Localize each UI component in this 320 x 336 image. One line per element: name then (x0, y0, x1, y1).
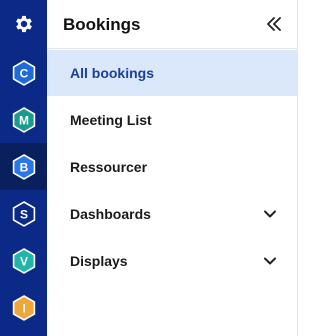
hexagon-icon: I (12, 294, 35, 321)
rail-app-v[interactable]: V (0, 237, 47, 284)
rail-app-m[interactable]: M (0, 96, 47, 143)
hexagon-icon: C (12, 59, 35, 86)
settings-button[interactable] (0, 0, 47, 47)
double-chevron-left-icon (267, 17, 281, 31)
nav-item-label: Ressourcer (70, 159, 148, 175)
nav-item-label: Displays (70, 253, 128, 269)
rail-app-s[interactable]: S (0, 190, 47, 237)
hexagon-letter: V (19, 254, 27, 268)
nav-item-meeting-list[interactable]: Meeting List (47, 97, 298, 143)
chevron-down-icon[interactable] (263, 207, 277, 221)
nav-item-label: All bookings (70, 65, 154, 81)
hexagon-letter: B (19, 160, 28, 174)
collapse-panel-button[interactable] (264, 13, 284, 35)
hexagon-letter: S (19, 207, 27, 221)
nav-item-label: Dashboards (70, 206, 151, 222)
panel-header: Bookings (47, 0, 298, 49)
nav-item-ressourcer[interactable]: Ressourcer (47, 144, 298, 190)
nav-item-all-bookings[interactable]: All bookings (47, 50, 298, 96)
bookings-panel: Bookings All bookings Meeting List Resso… (47, 0, 298, 336)
chevron-down-icon[interactable] (263, 254, 277, 268)
hexagon-letter: I (22, 301, 25, 315)
rail-app-i[interactable]: I (0, 284, 47, 331)
nav-item-displays[interactable]: Displays (47, 238, 298, 284)
rail-app-b[interactable]: B (0, 143, 47, 190)
panel-title: Bookings (63, 15, 141, 34)
hexagon-icon: B (12, 153, 35, 180)
nav-item-dashboards[interactable]: Dashboards (47, 191, 298, 237)
hexagon-letter: M (19, 113, 29, 127)
hexagon-letter: C (19, 66, 28, 80)
app-rail: C M B S V I (0, 0, 47, 336)
hexagon-icon: S (12, 200, 35, 227)
hexagon-icon: M (12, 106, 35, 133)
gear-icon (15, 15, 32, 32)
nav-item-label: Meeting List (70, 112, 152, 128)
rail-app-c[interactable]: C (0, 49, 47, 96)
hexagon-icon: V (12, 247, 35, 274)
